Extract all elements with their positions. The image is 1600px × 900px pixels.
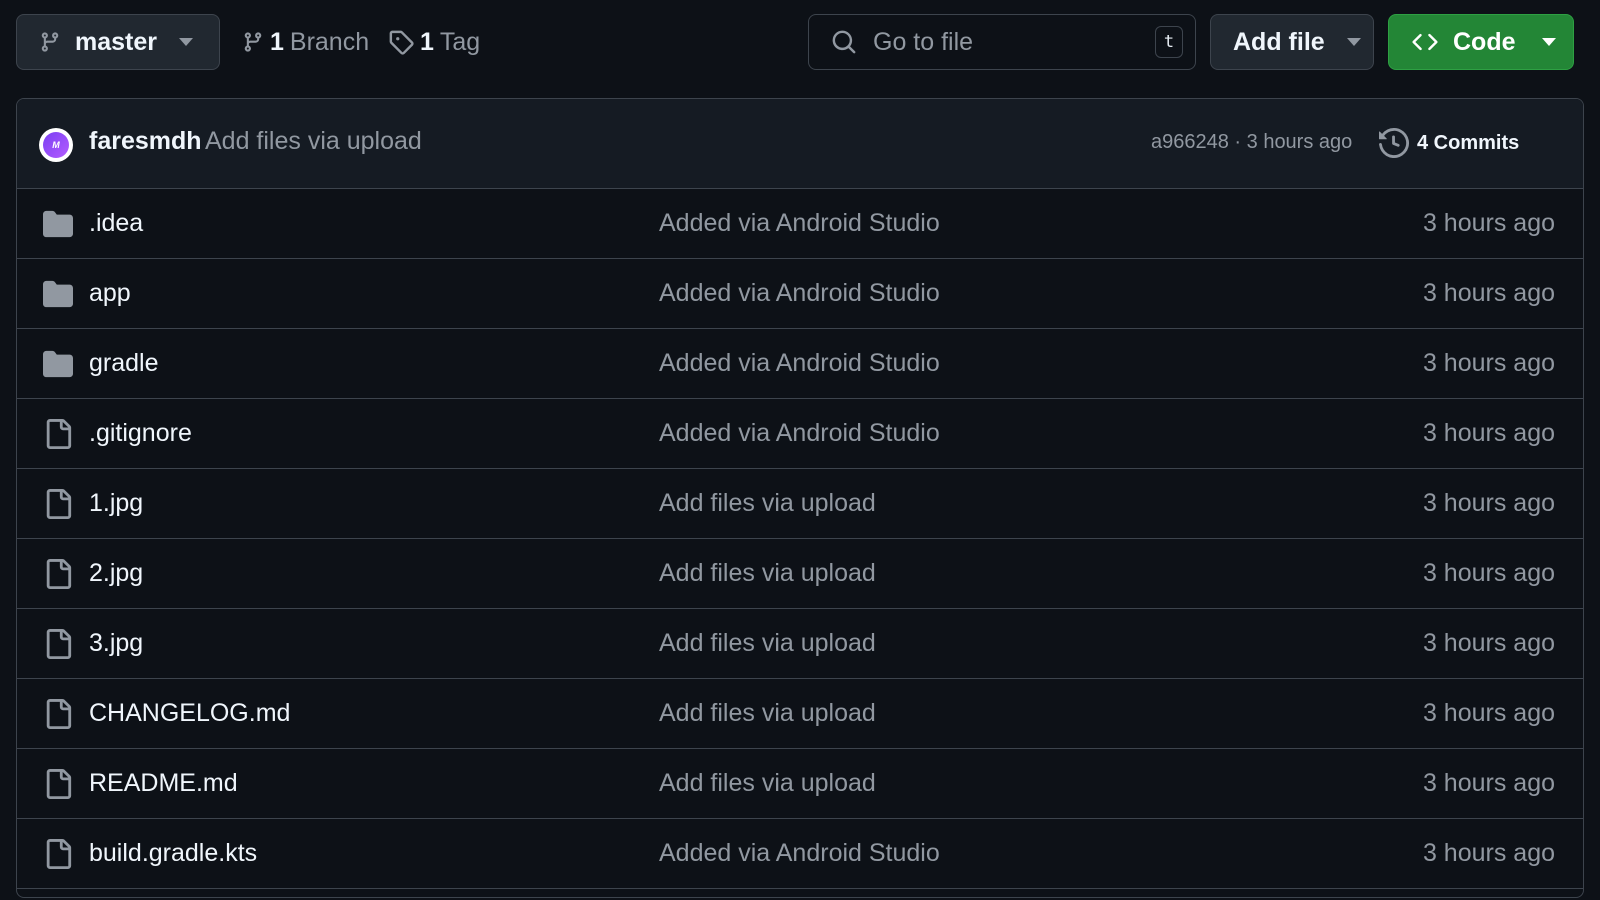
tag-icon xyxy=(389,30,414,55)
file-listing: M faresmdh Add files via upload a966248 … xyxy=(16,98,1584,898)
file-name-link[interactable]: 2.jpg xyxy=(89,559,143,588)
file-name-link[interactable]: 1.jpg xyxy=(89,489,143,518)
file-commit-time: 3 hours ago xyxy=(1422,209,1555,237)
commit-author[interactable]: faresmdh xyxy=(89,127,202,156)
commits-history-link[interactable]: 4 Commits xyxy=(1379,123,1519,163)
file-name-link[interactable]: CHANGELOG.md xyxy=(89,699,290,728)
file-rows: .idea Added via Android Studio 3 hours a… xyxy=(17,189,1583,889)
file-row[interactable]: 1.jpg Add files via upload 3 hours ago xyxy=(17,469,1583,539)
latest-commit-bar: M faresmdh Add files via upload a966248 … xyxy=(17,99,1583,189)
keyboard-shortcut-hint: t xyxy=(1155,26,1183,58)
file-commit-message[interactable]: Add files via upload xyxy=(659,489,876,518)
file-commit-message[interactable]: Add files via upload xyxy=(659,769,876,798)
file-commit-time: 3 hours ago xyxy=(1422,699,1555,727)
folder-icon xyxy=(43,279,73,309)
file-commit-time: 3 hours ago xyxy=(1422,349,1555,377)
file-row[interactable]: gradle Added via Android Studio 3 hours … xyxy=(17,329,1583,399)
code-label: Code xyxy=(1453,27,1516,56)
repo-toolbar: master 1 Branch 1 Tag Go to file t Add f… xyxy=(16,14,1584,70)
folder-icon xyxy=(43,349,73,379)
file-icon xyxy=(43,699,73,729)
file-commit-message[interactable]: Added via Android Studio xyxy=(659,279,940,308)
file-icon xyxy=(43,769,73,799)
file-row[interactable]: build.gradle.kts Added via Android Studi… xyxy=(17,819,1583,889)
file-commit-message[interactable]: Added via Android Studio xyxy=(659,349,940,378)
file-name-link[interactable]: app xyxy=(89,279,131,308)
folder-icon xyxy=(43,209,73,239)
branches-count: 1 xyxy=(270,27,284,56)
chevron-down-icon xyxy=(1541,38,1556,46)
file-icon xyxy=(43,419,73,449)
file-row[interactable]: .gitignore Added via Android Studio 3 ho… xyxy=(17,399,1583,469)
file-row[interactable]: 3.jpg Add files via upload 3 hours ago xyxy=(17,609,1583,679)
branch-selector-button[interactable]: master xyxy=(16,14,220,70)
file-icon xyxy=(43,629,73,659)
file-commit-time: 3 hours ago xyxy=(1422,489,1555,517)
file-name-link[interactable]: 3.jpg xyxy=(89,629,143,658)
chevron-down-icon xyxy=(179,38,193,46)
history-icon xyxy=(1379,128,1409,158)
file-row[interactable]: CHANGELOG.md Add files via upload 3 hour… xyxy=(17,679,1583,749)
file-commit-time: 3 hours ago xyxy=(1422,279,1555,307)
file-row[interactable]: README.md Add files via upload 3 hours a… xyxy=(17,749,1583,819)
file-commit-message[interactable]: Add files via upload xyxy=(659,699,876,728)
add-file-label: Add file xyxy=(1233,27,1325,56)
file-name-link[interactable]: .gitignore xyxy=(89,419,192,448)
git-branch-icon xyxy=(41,32,59,52)
file-commit-time: 3 hours ago xyxy=(1422,839,1555,867)
git-branch-icon xyxy=(244,32,262,52)
add-file-button[interactable]: Add file xyxy=(1210,14,1374,70)
search-placeholder: Go to file xyxy=(873,27,974,56)
file-commit-message[interactable]: Added via Android Studio xyxy=(659,209,940,238)
file-commit-message[interactable]: Added via Android Studio xyxy=(659,419,940,448)
file-commit-time: 3 hours ago xyxy=(1422,769,1555,797)
file-commit-message[interactable]: Added via Android Studio xyxy=(659,839,940,868)
file-row[interactable]: 2.jpg Add files via upload 3 hours ago xyxy=(17,539,1583,609)
commit-message[interactable]: Add files via upload xyxy=(205,127,422,156)
code-icon xyxy=(1412,33,1438,51)
tags-label: Tag xyxy=(439,27,481,56)
avatar-logo-icon: M xyxy=(43,132,69,158)
file-commit-time: 3 hours ago xyxy=(1422,629,1555,657)
file-icon xyxy=(43,839,73,869)
branch-name: master xyxy=(75,27,157,56)
file-row[interactable]: .idea Added via Android Studio 3 hours a… xyxy=(17,189,1583,259)
code-button[interactable]: Code xyxy=(1388,14,1574,70)
file-row[interactable]: app Added via Android Studio 3 hours ago xyxy=(17,259,1583,329)
file-commit-time: 3 hours ago xyxy=(1422,419,1555,447)
tags-count: 1 xyxy=(420,27,434,56)
file-icon xyxy=(43,559,73,589)
commits-count-label: 4 Commits xyxy=(1417,131,1520,154)
file-name-link[interactable]: gradle xyxy=(89,349,159,378)
branches-label: Branch xyxy=(289,27,370,56)
file-icon xyxy=(43,489,73,519)
commit-sha-time[interactable]: a966248 · 3 hours ago xyxy=(1151,131,1352,154)
tags-link[interactable]: 1 Tag xyxy=(388,14,480,70)
chevron-down-icon xyxy=(1346,38,1361,46)
file-commit-time: 3 hours ago xyxy=(1422,559,1555,587)
file-commit-message[interactable]: Add files via upload xyxy=(659,559,876,588)
go-to-file-input[interactable]: Go to file t xyxy=(808,14,1196,70)
file-name-link[interactable]: build.gradle.kts xyxy=(89,839,257,868)
search-icon xyxy=(832,30,856,54)
file-commit-message[interactable]: Add files via upload xyxy=(659,629,876,658)
branches-link[interactable]: 1 Branch xyxy=(242,14,369,70)
file-name-link[interactable]: README.md xyxy=(89,769,238,798)
avatar[interactable]: M xyxy=(39,128,73,162)
file-name-link[interactable]: .idea xyxy=(89,209,143,238)
